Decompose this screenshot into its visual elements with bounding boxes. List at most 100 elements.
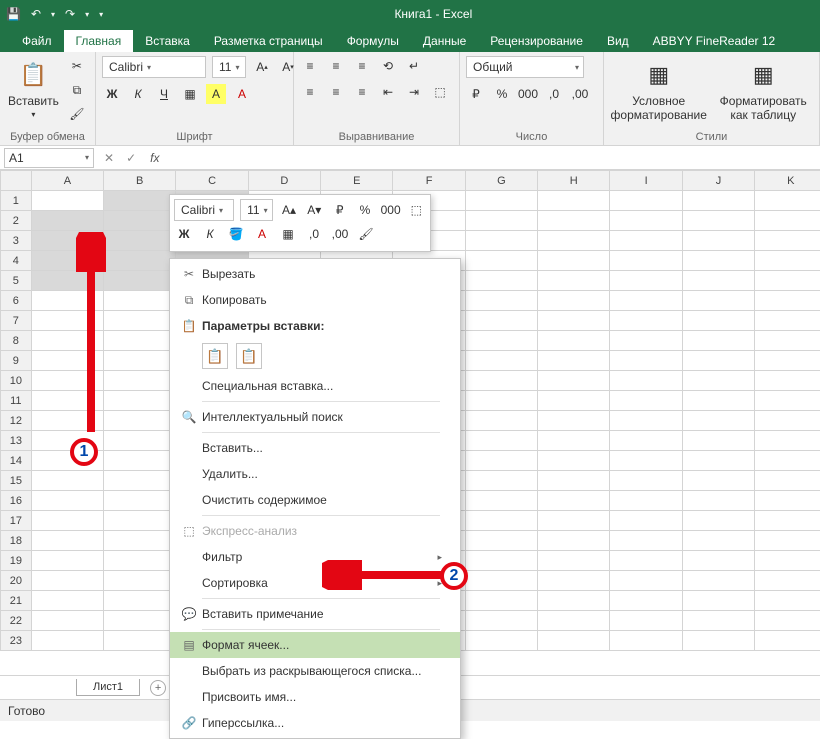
cell[interactable] [538, 431, 610, 451]
cell[interactable] [755, 491, 820, 511]
row-header[interactable]: 10 [1, 371, 32, 391]
cell[interactable] [610, 291, 682, 311]
menu-item[interactable]: Очистить содержимое [170, 487, 460, 513]
paste-button[interactable]: 📋 Вставить ▾ [6, 56, 61, 121]
cell[interactable] [31, 591, 103, 611]
align-bottom-icon[interactable]: ≡ [352, 56, 372, 76]
col-header[interactable]: G [465, 171, 537, 191]
row-header[interactable]: 15 [1, 471, 32, 491]
cell[interactable] [610, 351, 682, 371]
cell[interactable] [538, 251, 610, 271]
cell[interactable] [682, 471, 754, 491]
cell[interactable] [31, 631, 103, 651]
cell[interactable] [682, 451, 754, 471]
col-header[interactable]: B [104, 171, 176, 191]
cell[interactable] [682, 211, 754, 231]
font-name-combo[interactable]: Calibri▾ [102, 56, 206, 78]
cell[interactable] [465, 371, 537, 391]
font-size-combo[interactable]: 11▾ [212, 56, 246, 78]
cell[interactable] [610, 451, 682, 471]
cell[interactable] [755, 391, 820, 411]
cell[interactable] [465, 251, 537, 271]
cell[interactable] [755, 231, 820, 251]
cell[interactable] [755, 331, 820, 351]
row-header[interactable]: 2 [1, 211, 32, 231]
mini-painter-icon[interactable]: 🖌 [356, 224, 376, 244]
cell[interactable] [610, 491, 682, 511]
cell[interactable] [465, 471, 537, 491]
mini-percent-icon[interactable]: % [355, 200, 374, 220]
row-header[interactable]: 22 [1, 611, 32, 631]
row-header[interactable]: 16 [1, 491, 32, 511]
tab-pagelayout[interactable]: Разметка страницы [202, 30, 335, 52]
col-header[interactable]: A [31, 171, 103, 191]
undo-menu-icon[interactable]: ▾ [51, 10, 55, 19]
cell[interactable] [610, 611, 682, 631]
cell[interactable] [104, 231, 176, 251]
name-box[interactable]: A1▾ [4, 148, 94, 168]
cell[interactable] [682, 191, 754, 211]
cell[interactable] [755, 251, 820, 271]
cell[interactable] [104, 491, 176, 511]
cell[interactable] [104, 571, 176, 591]
cell[interactable] [538, 371, 610, 391]
cell[interactable] [465, 491, 537, 511]
cell[interactable] [755, 511, 820, 531]
cell[interactable] [755, 351, 820, 371]
currency-icon[interactable]: ₽ [466, 84, 486, 104]
cell[interactable] [538, 571, 610, 591]
indent-decrease-icon[interactable]: ⇤ [378, 82, 398, 102]
align-right-icon[interactable]: ≡ [352, 82, 372, 102]
cell[interactable] [538, 311, 610, 331]
cell[interactable] [465, 231, 537, 251]
cell[interactable] [610, 511, 682, 531]
cell[interactable] [465, 411, 537, 431]
grow-font-icon[interactable]: A▴ [252, 57, 272, 77]
cell[interactable] [755, 571, 820, 591]
cell[interactable] [465, 531, 537, 551]
cell[interactable] [755, 211, 820, 231]
cell[interactable] [538, 591, 610, 611]
col-header[interactable]: D [248, 171, 320, 191]
tab-file[interactable]: Файл [10, 30, 64, 52]
copy-icon[interactable]: ⧉ [67, 80, 87, 100]
cell[interactable] [104, 371, 176, 391]
tab-abbyy[interactable]: ABBYY FineReader 12 [641, 30, 788, 52]
row-header[interactable]: 6 [1, 291, 32, 311]
row-header[interactable]: 9 [1, 351, 32, 371]
indent-increase-icon[interactable]: ⇥ [404, 82, 424, 102]
cell[interactable] [104, 331, 176, 351]
cell[interactable] [610, 631, 682, 651]
cell[interactable] [465, 431, 537, 451]
cell[interactable] [104, 191, 176, 211]
cell[interactable] [538, 611, 610, 631]
cell[interactable] [104, 591, 176, 611]
cell[interactable] [682, 631, 754, 651]
redo-menu-icon[interactable]: ▾ [85, 10, 89, 19]
cell[interactable] [538, 351, 610, 371]
menu-item[interactable]: ⧉Копировать [170, 287, 460, 313]
mini-size-combo[interactable]: 11▾ [240, 199, 273, 221]
tab-insert[interactable]: Вставка [133, 30, 202, 52]
cell[interactable] [465, 571, 537, 591]
cell[interactable] [104, 531, 176, 551]
menu-item[interactable]: 🔍Интеллектуальный поиск [170, 404, 460, 430]
cell[interactable] [31, 511, 103, 531]
cell[interactable] [465, 331, 537, 351]
row-header[interactable]: 19 [1, 551, 32, 571]
col-header[interactable]: I [610, 171, 682, 191]
tab-data[interactable]: Данные [411, 30, 478, 52]
cell[interactable] [682, 291, 754, 311]
menu-item[interactable]: Присвоить имя... [170, 684, 460, 710]
dec-decimal-icon[interactable]: ,00 [570, 84, 590, 104]
menu-item[interactable]: ✂Вырезать [170, 261, 460, 287]
row-header[interactable]: 4 [1, 251, 32, 271]
cell[interactable] [104, 451, 176, 471]
cell[interactable] [31, 211, 103, 231]
qat-customize-icon[interactable]: ▾ [99, 10, 103, 19]
mini-grow-font-icon[interactable]: A▴ [279, 200, 298, 220]
cell[interactable] [31, 191, 103, 211]
cell[interactable] [682, 611, 754, 631]
cell[interactable] [610, 191, 682, 211]
cell[interactable] [682, 551, 754, 571]
